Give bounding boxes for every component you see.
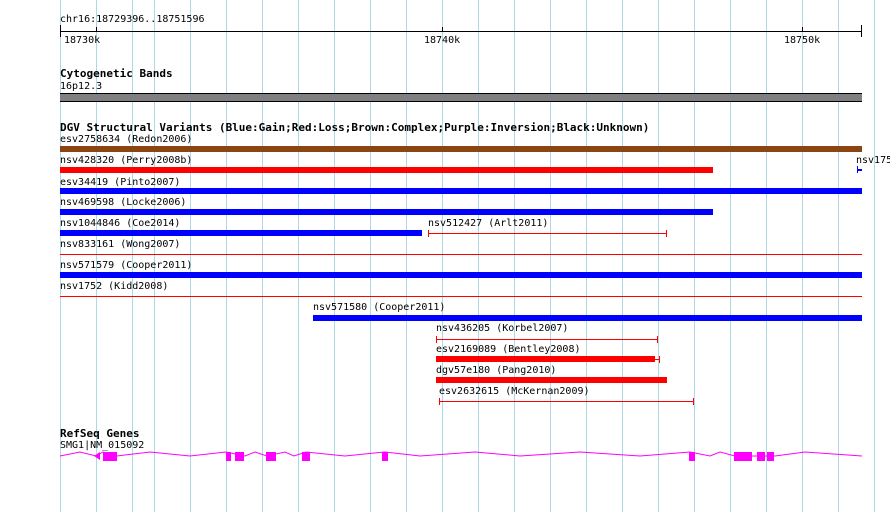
- gene-exon: [235, 452, 244, 461]
- gene-exon: [689, 452, 695, 461]
- gene-exon: [757, 452, 765, 461]
- gene-exon: [226, 452, 231, 461]
- gene-exon: [266, 452, 276, 461]
- gene-exon: [382, 452, 388, 461]
- gene-exon: [302, 452, 310, 461]
- gene-exon: [103, 452, 117, 461]
- gene-exon: [767, 452, 774, 461]
- gene-model[interactable]: [0, 0, 890, 512]
- strand-arrow-icon: [94, 452, 100, 460]
- gene-exon: [734, 452, 752, 461]
